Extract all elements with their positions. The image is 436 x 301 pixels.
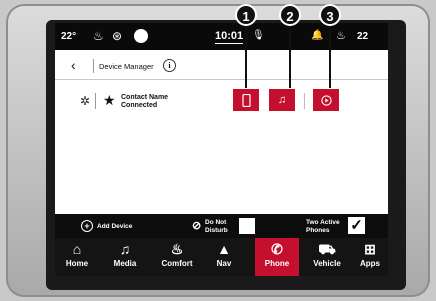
do-not-disturb-label: Do Not Disturb — [205, 219, 228, 234]
heated-wheel-icon[interactable]: ⊛ — [112, 29, 122, 43]
seat-icon: ♨ — [170, 241, 184, 257]
passenger-seat-icon[interactable]: ♨ — [336, 29, 346, 42]
car-icon: ⛟ — [318, 241, 336, 257]
two-active-phones-label: Two Active Phones — [306, 219, 340, 234]
options-bar: + Add Device ⊘ Do Not Disturb Two Active… — [55, 214, 388, 238]
gear-icon[interactable]: ✲ — [80, 94, 90, 108]
device-status: Connected — [121, 102, 158, 109]
favorite-star-icon[interactable]: ★ — [103, 92, 116, 109]
nav-home[interactable]: ⌂ Home — [57, 238, 97, 276]
music-note-icon: ♫ — [277, 94, 287, 106]
status-bar: 22° ♨ ⊛ 10:01 🎙 🔔 ♨ 22 — [55, 23, 388, 50]
nav-label: Media — [113, 259, 137, 268]
info-icon[interactable]: i — [163, 59, 176, 72]
touchscreen: 22° ♨ ⊛ 10:01 🎙 🔔 ♨ 22 ‹ Device Manager … — [55, 23, 388, 276]
callout-line — [245, 26, 247, 88]
page-title: Device Manager — [99, 62, 154, 71]
home-icon: ⌂ — [72, 241, 82, 257]
add-device-button[interactable]: Add Device — [97, 223, 132, 230]
climate-indicator-icon — [134, 29, 148, 43]
phone-profile-button[interactable] — [233, 89, 259, 111]
passenger-temperature[interactable]: 22 — [357, 31, 368, 42]
button-divider — [304, 93, 305, 109]
callout-marker: 1 — [235, 4, 257, 26]
phone-icon: ✆ — [271, 241, 283, 257]
navigation-arrow-icon: ▲ — [217, 241, 231, 257]
media-profile-button[interactable] — [313, 89, 339, 111]
nav-label: Comfort — [161, 259, 193, 268]
bottom-nav-bar: ⌂ Home ♫ Media ♨ Comfort ▲ Nav ✆ Phone ⛟… — [55, 238, 388, 276]
page-header: ‹ Device Manager i — [55, 53, 388, 80]
callout-marker: 3 — [319, 4, 341, 26]
nav-label: Apps — [360, 259, 380, 268]
smartphone-icon — [241, 93, 251, 107]
callout-line — [329, 26, 331, 88]
two-active-phones-checkbox[interactable]: ✓ — [348, 217, 365, 234]
clock: 10:01 — [215, 30, 244, 44]
do-not-disturb-icon: ⊘ — [192, 220, 202, 232]
heated-seat-icon[interactable]: ♨ — [93, 29, 104, 43]
row-divider — [95, 93, 96, 109]
nav-label: Phone — [264, 259, 290, 268]
nav-media[interactable]: ♫ Media — [103, 238, 147, 276]
play-circle-icon — [320, 94, 332, 106]
callout-line — [289, 26, 291, 88]
nav-comfort[interactable]: ♨ Comfort — [153, 238, 201, 276]
microphone-icon: 🎙 — [252, 30, 265, 41]
do-not-disturb-checkbox[interactable] — [239, 218, 255, 234]
nav-navigation[interactable]: ▲ Nav — [205, 238, 243, 276]
driver-temperature[interactable]: 22° — [61, 31, 76, 42]
music-note-icon: ♫ — [119, 241, 131, 257]
nav-label: Home — [65, 259, 89, 268]
audio-profile-button[interactable]: ♫ — [269, 89, 295, 111]
add-circle-icon[interactable]: + — [81, 220, 93, 232]
device-list-item[interactable]: ✲ ★ Contact Name Connected ♫ — [55, 85, 388, 119]
nav-label: Nav — [216, 259, 232, 268]
apps-grid-icon: ⊞ — [364, 241, 376, 257]
callout-marker: 2 — [279, 4, 301, 26]
nav-vehicle[interactable]: ⛟ Vehicle — [305, 238, 349, 276]
nav-apps[interactable]: ⊞ Apps — [353, 238, 387, 276]
notification-bell-icon[interactable]: 🔔 — [311, 30, 323, 41]
device-name: Contact Name — [121, 94, 169, 101]
header-divider — [93, 59, 94, 73]
nav-label: Vehicle — [313, 259, 341, 268]
back-chevron-icon[interactable]: ‹ — [71, 57, 76, 73]
nav-phone[interactable]: ✆ Phone — [255, 238, 299, 276]
